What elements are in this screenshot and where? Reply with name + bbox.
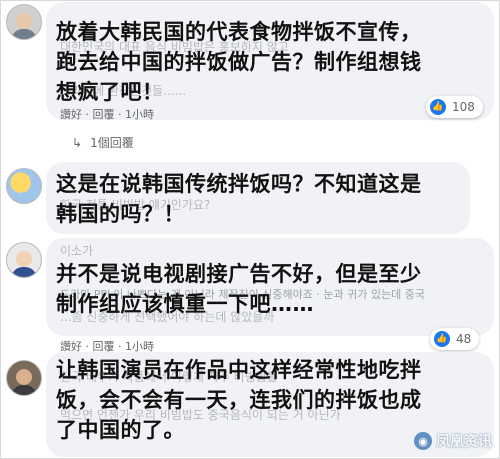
commenter-name[interactable]: 이소가: [60, 240, 93, 262]
avatar[interactable]: [6, 242, 42, 278]
translation-line: 制作组应该慎重一下吧……: [56, 292, 314, 316]
avatar-body: [11, 385, 37, 395]
reaction-count: 48: [456, 332, 472, 346]
replies-label: 1個回覆: [90, 136, 134, 150]
translation-line: 并不是说电视剧接广告不好，但是至少: [56, 262, 422, 286]
watermark-text: 凤凰资讯: [436, 434, 492, 450]
translation-line: 饭，会不会有一天，连我们的拌饭也成: [56, 388, 422, 412]
comment-1: 대한민국의 대표 음식 비빔밥은 홍보하지 않고 드라마에 환장한것들.....…: [0, 0, 500, 155]
comment-bubble: 한국 전통 비빔밥 얘기인가요? 这是在说韩国传统拌饭吗？不知道这是 韩国的吗？…: [46, 162, 470, 234]
avatar[interactable]: [6, 4, 42, 40]
avatar-face: [16, 251, 32, 267]
translation-line: 韩国的吗？！: [56, 202, 185, 226]
reply-arrow-icon: ↳: [72, 136, 83, 150]
translation-line: 让韩国演员在作品中这样经常性地吃拌: [56, 358, 422, 382]
avatar-face: [16, 369, 32, 385]
comment-2: 한국 전통 비빔밥 얘기인가요? 这是在说韩国传统拌饭吗？不知道这是 韩国的吗？…: [0, 160, 500, 234]
translation-line: 这是在说韩国传统拌饭吗？不知道这是: [56, 172, 422, 196]
thumbs-up-icon: 👍: [430, 99, 446, 115]
reaction-count: 108: [452, 100, 475, 114]
avatar-body: [11, 267, 37, 277]
avatar-body: [11, 29, 37, 39]
translation-line: 跑去给中国的拌饭做广告？制作组想钱: [56, 50, 422, 74]
avatar-face: [16, 13, 32, 29]
comment-bubble: 이소가 드라마 PPL이 나쁘다는 게 아니라 제작진이 신중해야죠 · 눈과 …: [46, 238, 494, 336]
view-replies-link[interactable]: ↳ 1個回覆: [72, 134, 134, 151]
reaction-summary[interactable]: 👍 108: [426, 96, 483, 118]
translation-line: 放着大韩民国的代表食物拌饭不宣传，: [56, 20, 422, 44]
avatar[interactable]: [6, 168, 42, 204]
reaction-summary[interactable]: 👍 48: [430, 328, 480, 350]
camera-icon: ◉: [414, 432, 432, 450]
avatar[interactable]: [6, 360, 42, 396]
translation-line: 想疯了吧！: [56, 80, 164, 104]
watermark: ◉ 凤凰资讯: [414, 431, 492, 451]
thumbs-up-icon: 👍: [434, 331, 450, 347]
comment-3: 이소가 드라마 PPL이 나쁘다는 게 아니라 제작진이 신중해야죠 · 눈과 …: [0, 238, 500, 353]
comment-meta[interactable]: 讚好 · 回覆 · 1小時: [60, 106, 154, 122]
